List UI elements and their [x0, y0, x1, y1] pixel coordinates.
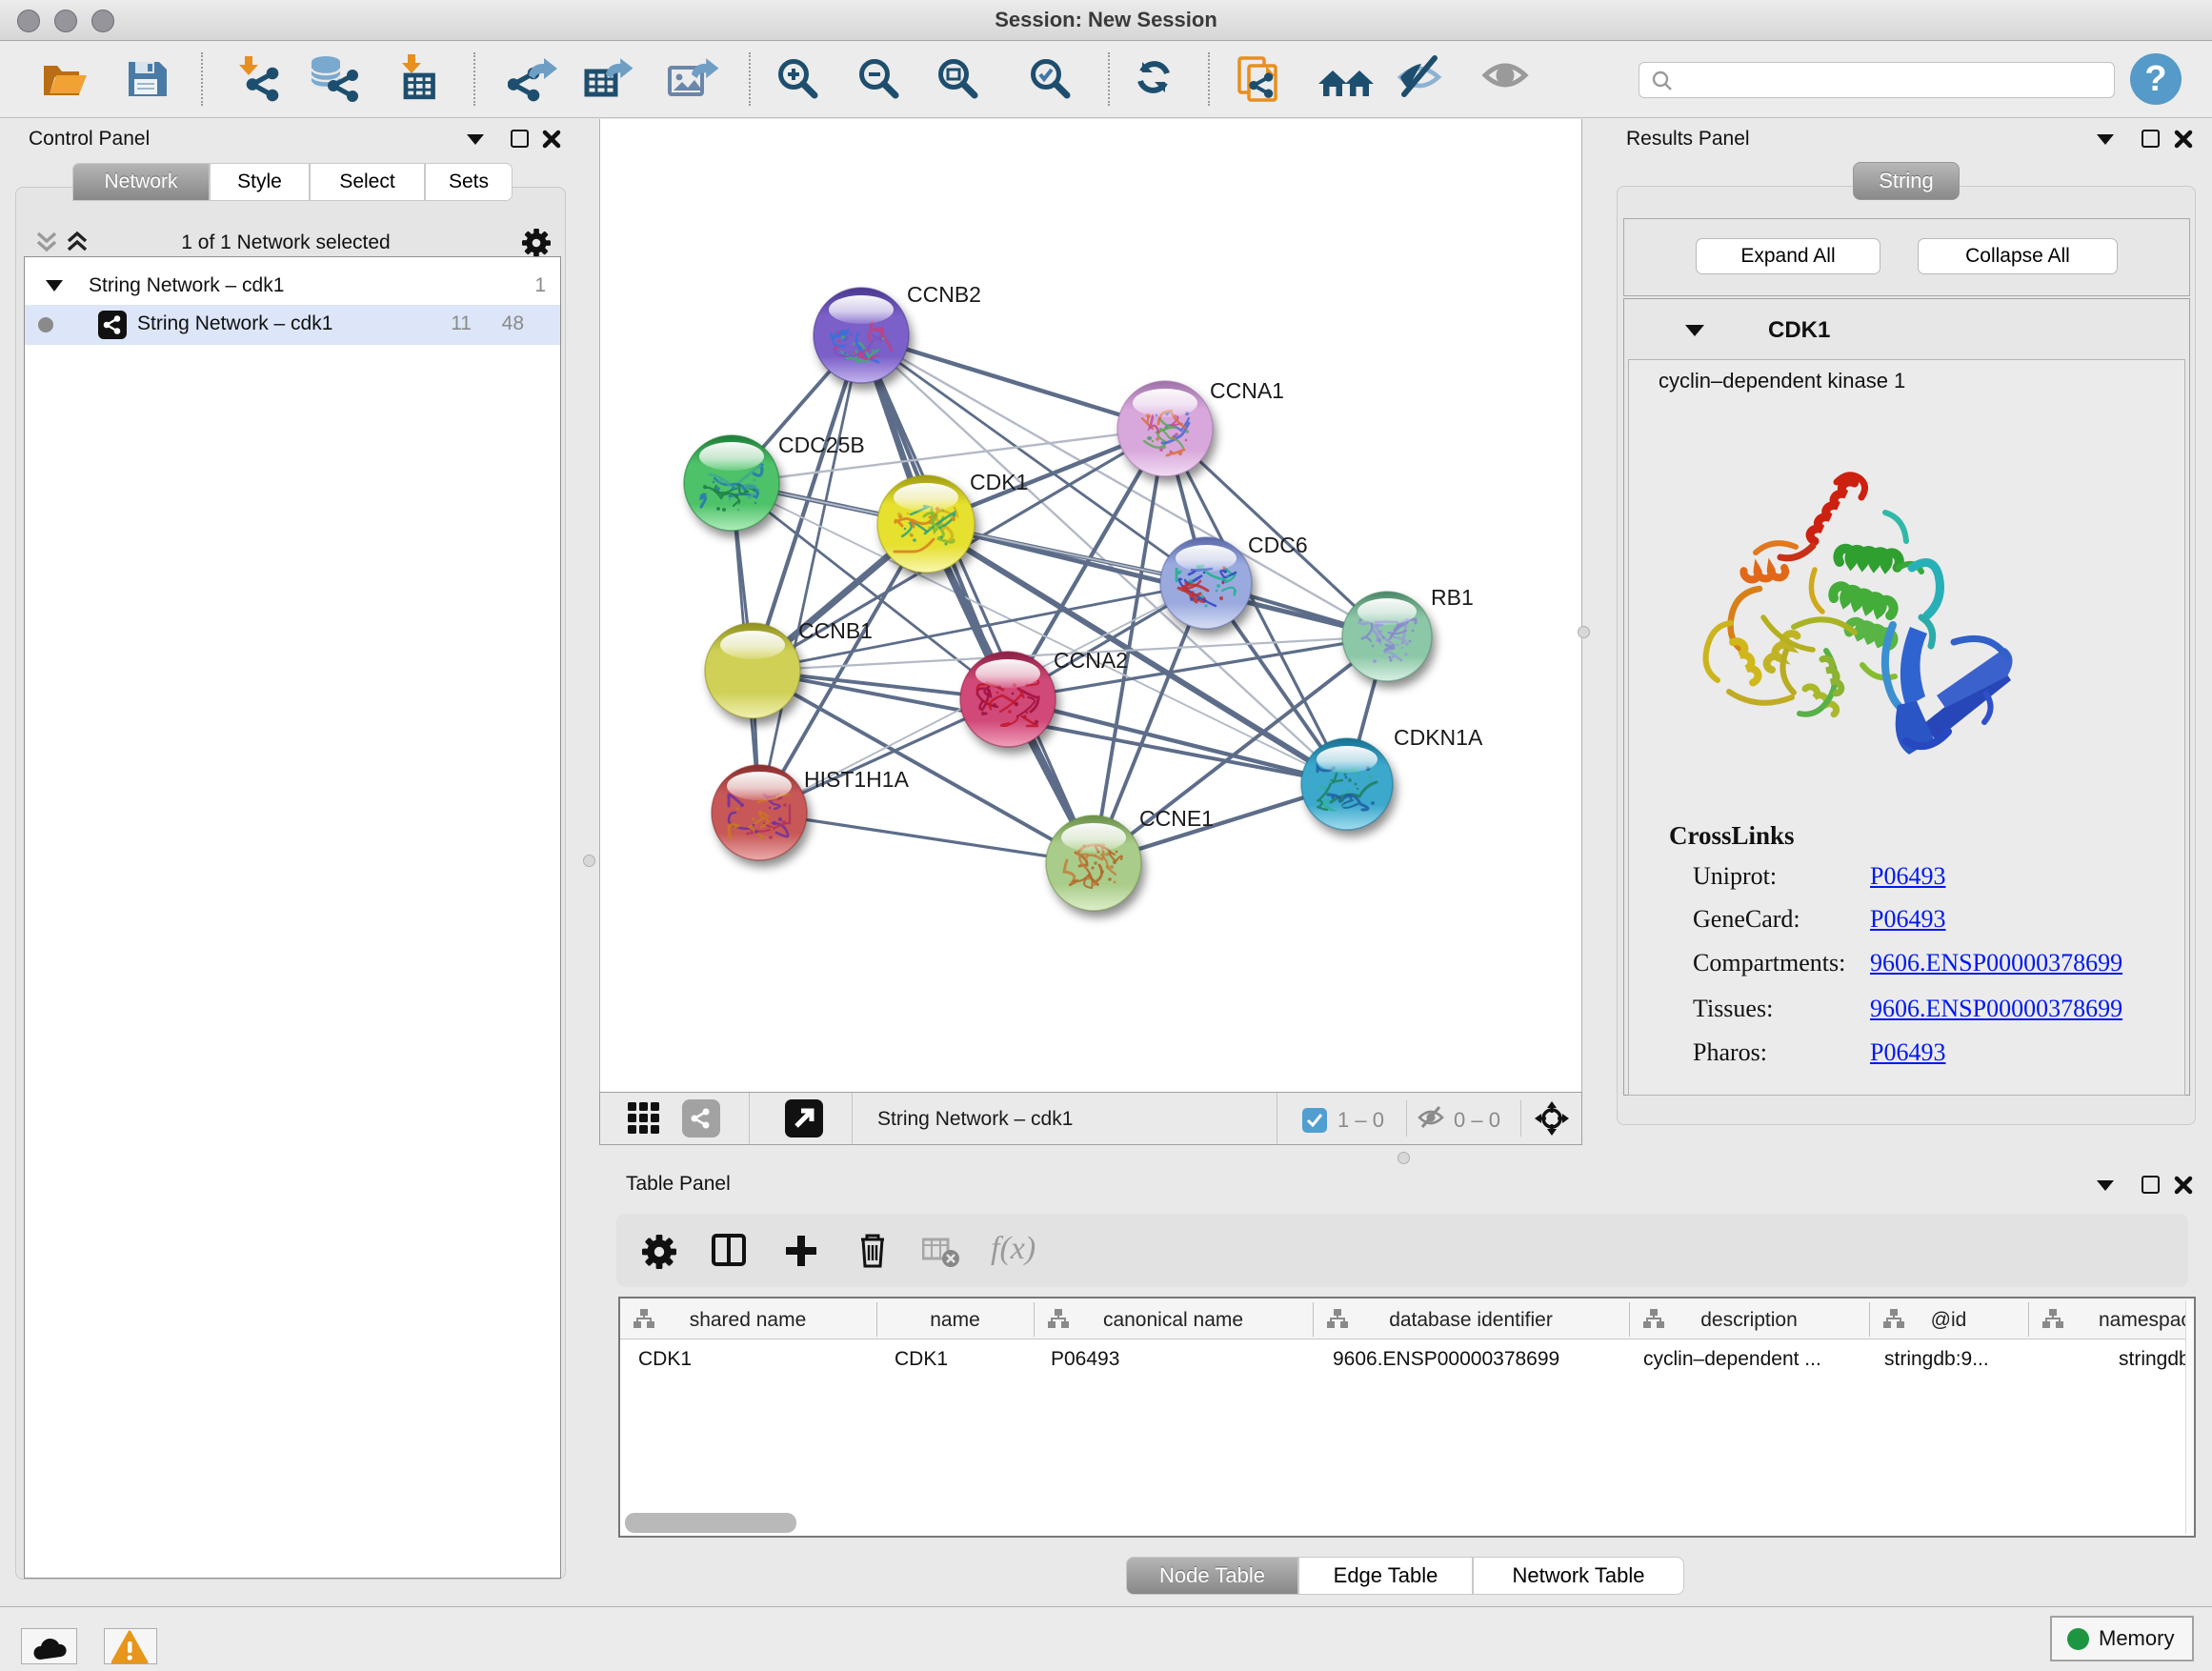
svg-text:CDKN1A: CDKN1A	[1394, 725, 1483, 750]
svg-text:CCNA2: CCNA2	[1054, 648, 1128, 673]
svg-text:RB1: RB1	[1431, 585, 1474, 610]
svg-text:CCNB2: CCNB2	[907, 282, 981, 307]
svg-text:CCNA1: CCNA1	[1210, 378, 1284, 403]
svg-text:CCNB1: CCNB1	[798, 618, 873, 643]
svg-text:CDC6: CDC6	[1248, 533, 1308, 557]
svg-text:CDK1: CDK1	[970, 470, 1028, 494]
svg-text:HIST1H1A: HIST1H1A	[804, 767, 910, 792]
svg-text:?: ?	[2144, 59, 2166, 99]
svg-text:CDC25B: CDC25B	[778, 433, 865, 457]
svg-text:CCNE1: CCNE1	[1139, 806, 1214, 831]
